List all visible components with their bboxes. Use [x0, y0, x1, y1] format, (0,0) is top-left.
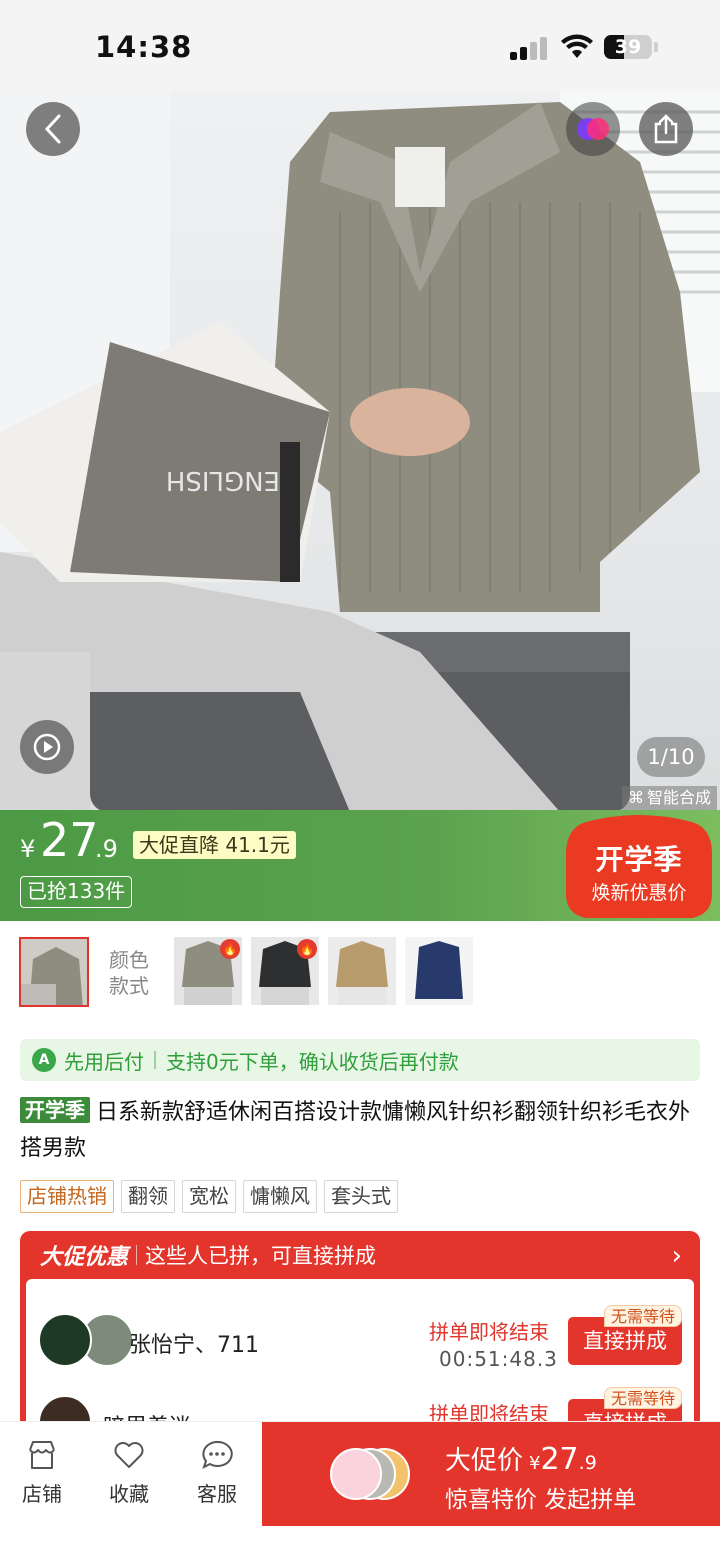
tag-pullover[interactable]: 套头式	[324, 1180, 398, 1213]
variant-thumb-black[interactable]: 🔥	[251, 937, 319, 1005]
price-currency: ¥	[20, 835, 36, 863]
pay-later-desc: 支持0元下单，确认收货后再付款	[166, 1049, 459, 1074]
heart-icon	[114, 1442, 144, 1468]
variant-selected-thumb[interactable]	[19, 937, 89, 1007]
variant-thumb-khaki[interactable]	[328, 937, 396, 1005]
hot-fire-icon: 🔥	[297, 939, 317, 959]
tag-lapel[interactable]: 翻领	[121, 1180, 175, 1213]
image-page-counter: 1/10	[637, 737, 705, 777]
no-wait-badge: 无需等待	[604, 1387, 683, 1409]
buy-price-line: 大促价 ¥27.9	[445, 1440, 597, 1477]
product-title: 开学季 日系新款舒适休闲百搭设计款慵懒风针织衫翻领针织衫毛衣外搭男款	[20, 1095, 700, 1167]
product-photo: ENGLISH	[0, 92, 720, 810]
bottom-action-bar: 店铺 收藏 客服 大促价 ¥27.9 惊喜特价 发起拼单	[0, 1421, 720, 1561]
customer-service-label: 客服	[197, 1482, 237, 1506]
tag-loose[interactable]: 宽松	[182, 1180, 236, 1213]
tag-store-hot[interactable]: 店铺热销	[20, 1180, 114, 1213]
pay-later-divider	[154, 1051, 156, 1069]
share-button[interactable]	[639, 102, 693, 156]
product-tags: 店铺热销 翻领 宽松 慵懒风 套头式	[20, 1180, 398, 1213]
group-member-names: 张怡宁、711	[129, 1333, 259, 1358]
pay-later-banner[interactable]: A 先用后付 支持0元下单，确认收货后再付款	[20, 1039, 700, 1081]
battery-level: 39	[614, 36, 642, 58]
back-button[interactable]	[26, 102, 80, 156]
chevron-right-icon: ›	[671, 1241, 682, 1271]
product-image-carousel[interactable]: ENGLISH 1/10 ⌘ 智能合成	[0, 92, 720, 810]
play-video-button[interactable]	[20, 720, 74, 774]
season-promo-subtitle: 焕新优惠价	[591, 882, 687, 904]
hot-fire-icon: 🔥	[220, 939, 240, 959]
variant-thumb-navy[interactable]	[405, 937, 473, 1005]
ai-generated-label: 智能合成	[647, 788, 712, 807]
chat-bubble-icon	[202, 1440, 233, 1469]
group-buy-panel: 大促优惠 这些人已拼，可直接拼成 › 张怡宁、711 拼单即将结束 00:51:…	[20, 1231, 700, 1451]
group-buy-header[interactable]: 大促优惠 这些人已拼，可直接拼成 ›	[20, 1231, 700, 1279]
ai-sparkle-icon: ⌘	[628, 788, 644, 807]
store-label: 店铺	[22, 1482, 62, 1506]
store-icon	[29, 1441, 55, 1469]
group-ending-label: 拼单即将结束	[429, 1320, 549, 1344]
season-promo-badge: 开学季 焕新优惠价	[566, 814, 712, 920]
status-bar: 14:38 39	[0, 0, 720, 92]
chevron-left-icon	[44, 114, 61, 144]
battery-icon: 39	[604, 35, 652, 59]
variant-selector: 颜色 款式 🔥 🔥	[0, 921, 720, 1019]
season-promo-title: 开学季	[595, 843, 683, 876]
buy-price-decimal: .9	[578, 1452, 597, 1474]
buy-subtitle: 惊喜特价 发起拼单	[445, 1487, 637, 1513]
variant-thumb-grey[interactable]: 🔥	[174, 937, 242, 1005]
variant-label: 颜色 款式	[109, 947, 159, 999]
pay-later-name: 先用后付	[64, 1049, 144, 1074]
group-buy-brand: 大促优惠	[40, 1245, 129, 1270]
share-icon	[654, 114, 678, 144]
start-group-buy-button[interactable]: 大促价 ¥27.9 惊喜特价 发起拼单	[262, 1422, 720, 1526]
no-wait-badge: 无需等待	[604, 1305, 683, 1327]
price-integer: 27	[40, 813, 99, 867]
store-button[interactable]: 店铺	[12, 1440, 72, 1507]
variant-label-style: 款式	[109, 974, 149, 998]
wifi-icon	[561, 34, 593, 58]
product-title-text: 日系新款舒适休闲百搭设计款慵懒风针织衫翻领针织衫毛衣外搭男款	[20, 1100, 691, 1161]
ai-assistant-icon	[577, 118, 609, 140]
price-drop-badge: 大促直降 41.1元	[133, 831, 296, 859]
status-time: 14:38	[95, 30, 193, 64]
play-icon	[33, 733, 61, 761]
battery-cap	[654, 42, 658, 52]
sold-count-badge: 已抢133件	[20, 876, 133, 908]
tag-lazy-style[interactable]: 慵懒风	[243, 1180, 317, 1213]
favorite-label: 收藏	[109, 1482, 149, 1506]
group-buy-subtitle: 这些人已拼，可直接拼成	[145, 1244, 377, 1268]
gift-bag-icon	[330, 1448, 382, 1500]
buy-title: 大促价	[445, 1446, 524, 1476]
buy-currency: ¥	[529, 1453, 541, 1474]
buy-price-integer: 27	[540, 1442, 579, 1477]
cellular-signal-icon	[510, 36, 548, 60]
buyer-avatar-stack	[330, 1448, 410, 1502]
group-countdown: 00:51:48.3	[439, 1347, 558, 1371]
avatar	[38, 1313, 92, 1367]
svg-text:ENGLISH: ENGLISH	[166, 465, 280, 495]
title-promo-tag: 开学季	[20, 1097, 90, 1123]
group-buy-divider	[136, 1245, 138, 1265]
customer-service-button[interactable]: 客服	[187, 1440, 247, 1507]
variant-label-color: 颜色	[109, 948, 149, 972]
favorite-button[interactable]: 收藏	[99, 1440, 159, 1507]
pay-later-icon: A	[32, 1048, 56, 1072]
ai-generated-tag: ⌘ 智能合成	[622, 786, 718, 810]
ai-assistant-button[interactable]	[566, 102, 620, 156]
group-buy-row: 张怡宁、711 拼单即将结束 00:51:48.3 直接拼成 无需等待	[26, 1305, 694, 1385]
price-decimal: .9	[95, 835, 118, 863]
